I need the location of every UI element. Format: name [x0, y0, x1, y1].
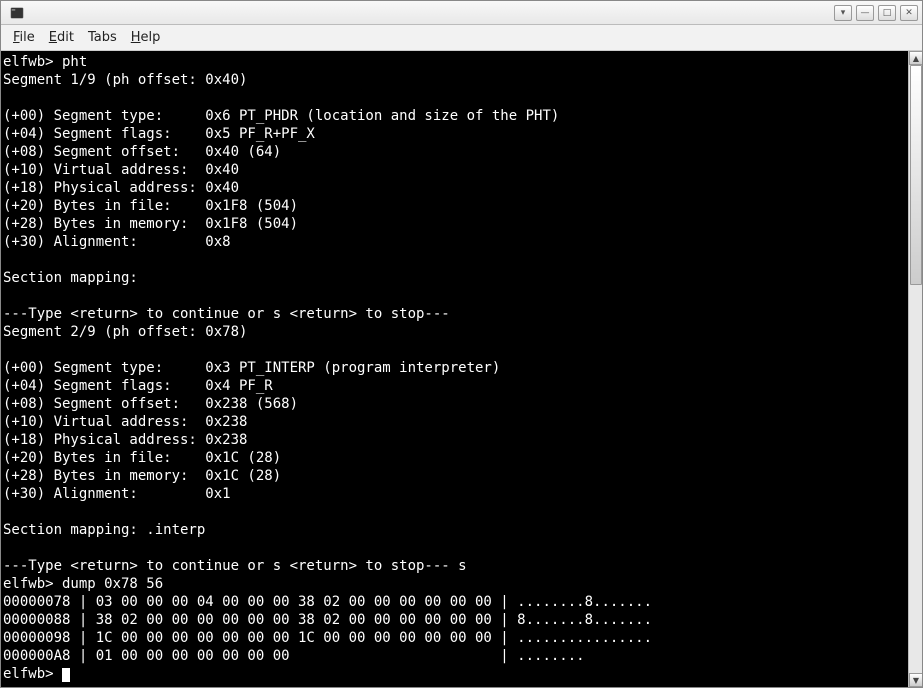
menu-file-rest: ile: [20, 30, 35, 45]
terminal-cursor: [62, 668, 70, 682]
terminal-prompt: elfwb>: [3, 666, 62, 682]
menu-help[interactable]: Help: [125, 28, 167, 47]
menubar: File Edit Tabs Help: [1, 25, 922, 51]
menu-edit[interactable]: Edit: [43, 28, 80, 47]
terminal-area: elfwb> pht Segment 1/9 (ph offset: 0x40)…: [1, 51, 922, 687]
menu-tabs-label: Tabs: [88, 30, 117, 45]
terminal-window: ▾ — □ ✕ File Edit Tabs Help elfwb> pht S…: [0, 0, 923, 688]
menu-edit-rest: dit: [57, 30, 74, 45]
scrollbar: ▲ ▼: [908, 51, 922, 687]
minimize-button[interactable]: —: [856, 5, 874, 21]
scroll-thumb[interactable]: [910, 65, 922, 285]
scroll-up-button[interactable]: ▲: [909, 51, 922, 65]
menu-tabs[interactable]: Tabs: [82, 28, 123, 47]
titlebar: ▾ — □ ✕: [1, 1, 922, 25]
maximize-button[interactable]: □: [878, 5, 896, 21]
menu-file[interactable]: File: [7, 28, 41, 47]
window-extra-button[interactable]: ▾: [834, 5, 852, 21]
window-controls: ▾ — □ ✕: [834, 5, 918, 21]
scroll-down-button[interactable]: ▼: [909, 673, 922, 687]
menu-help-rest: elp: [141, 30, 161, 45]
close-button[interactable]: ✕: [900, 5, 918, 21]
terminal-output[interactable]: elfwb> pht Segment 1/9 (ph offset: 0x40)…: [1, 51, 922, 687]
app-icon: [9, 5, 25, 21]
